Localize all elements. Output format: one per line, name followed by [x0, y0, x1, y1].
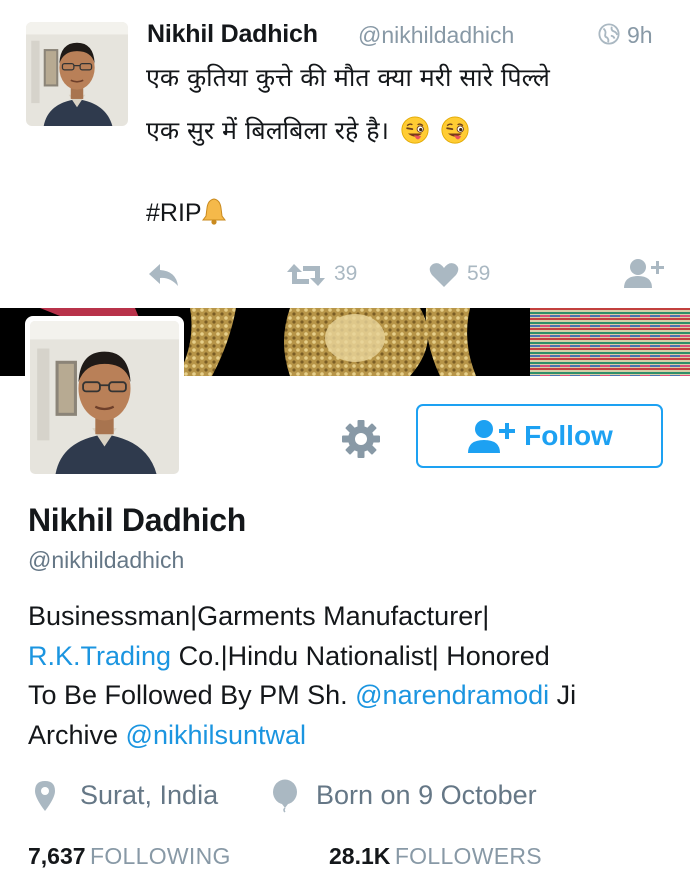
- reply-icon[interactable]: [148, 262, 180, 288]
- tweet-author-handle[interactable]: @nikhildadhich: [358, 22, 514, 49]
- avatar-photo: [26, 22, 128, 126]
- hashtag-link[interactable]: #RIP: [146, 199, 202, 227]
- bio-text: Co.|Hindu Nationalist| Honored: [171, 641, 550, 671]
- followers-stat[interactable]: 28.1K FOLLOWERS: [329, 843, 542, 870]
- profile-handle: @nikhildadhich: [28, 547, 185, 573]
- following-label: FOLLOWING: [90, 843, 231, 869]
- add-user-icon: [468, 420, 516, 453]
- bio-line-1: Businessman|Garments Manufacturer|: [28, 601, 490, 631]
- profile-avatar[interactable]: [25, 316, 184, 479]
- profile-name: Nikhil Dadhich: [28, 502, 247, 538]
- bio-line-4: Archive @nikhilsuntwal: [28, 720, 306, 751]
- winking-face-emoji: [400, 116, 429, 144]
- winking-face-emoji: [440, 116, 469, 144]
- heart-icon[interactable]: [429, 262, 459, 288]
- follow-button-label: Follow: [524, 420, 613, 451]
- following-count: 7,637: [28, 843, 86, 869]
- followers-count: 28.1K: [329, 843, 391, 869]
- bio-mention-narendramodi[interactable]: @narendramodi: [355, 680, 549, 710]
- tweet-text-line-2-row: एक सुर में बिलबिला रहे है।: [146, 113, 469, 147]
- location-pin-icon: [35, 781, 55, 811]
- bio-line-2: R.K.Trading Co.|Hindu Nationalist| Honor…: [28, 641, 550, 672]
- bio-mention-nikhilsuntwal[interactable]: @nikhilsuntwal: [126, 720, 306, 750]
- like-count: 59: [467, 262, 491, 285]
- bio-text: Ji: [549, 680, 577, 710]
- tweet-timestamp[interactable]: 9h: [627, 22, 653, 49]
- follow-user-icon[interactable]: [622, 257, 666, 289]
- tweet-hashtag-row: #RIP: [146, 197, 226, 228]
- profile-avatar-photo: [30, 321, 179, 474]
- bio-line-3: To Be Followed By PM Sh. @narendramodi J…: [28, 680, 576, 711]
- bio-text: Archive: [28, 720, 126, 750]
- bio-text: To Be Followed By PM Sh.: [28, 680, 356, 710]
- profile-birthday: Born on 9 October: [316, 780, 537, 810]
- tweet-text-line-1: एक कुतिया कुत्ते की मौत क्या मरी सारे पि…: [146, 63, 550, 92]
- gear-icon[interactable]: [339, 417, 383, 461]
- retweet-icon[interactable]: [285, 261, 327, 289]
- globe-icon: [598, 23, 620, 45]
- bell-emoji: [201, 198, 226, 225]
- following-stat[interactable]: 7,637 FOLLOWING: [28, 843, 231, 870]
- bio-link-rk-trading[interactable]: R.K.Trading: [28, 641, 171, 671]
- followers-label: FOLLOWERS: [394, 843, 542, 869]
- balloon-icon: [273, 779, 297, 813]
- tweet-text-line-2: एक सुर में बिलबिला रहे है।: [146, 116, 389, 145]
- profile-location: Surat, India: [80, 780, 219, 810]
- tweet-avatar[interactable]: [26, 22, 128, 126]
- retweet-count: 39: [334, 262, 358, 285]
- follow-button[interactable]: Follow: [416, 404, 663, 468]
- tweet-author-name[interactable]: Nikhil Dadhich: [147, 20, 318, 49]
